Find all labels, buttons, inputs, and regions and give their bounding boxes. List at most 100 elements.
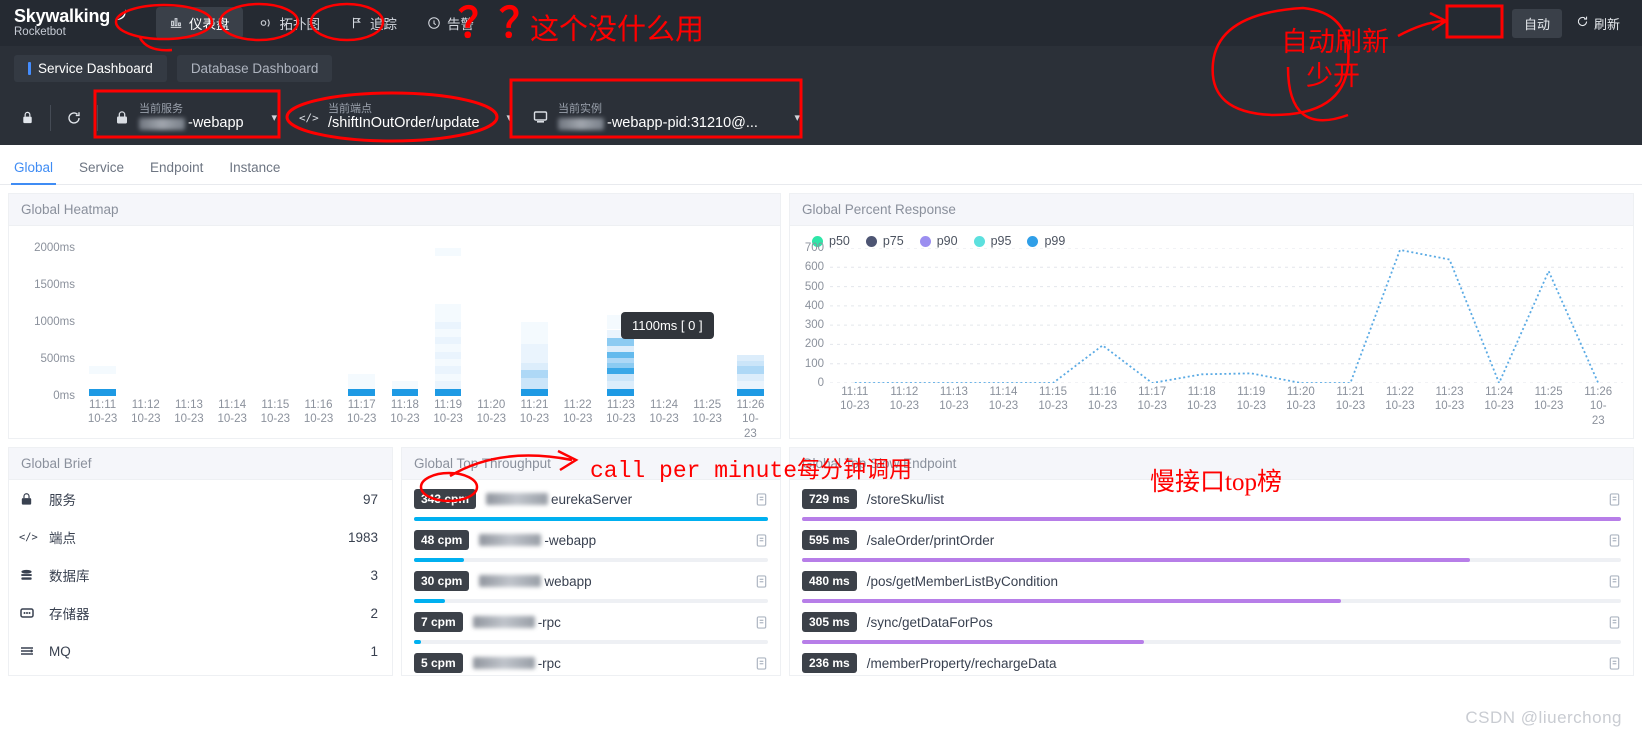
heatmap-cell[interactable] bbox=[434, 248, 462, 256]
list-item[interactable]: 48 cpm -webapp bbox=[402, 521, 780, 562]
copy-icon[interactable] bbox=[755, 533, 768, 548]
global-percent-response-title: Global Percent Response bbox=[790, 194, 1633, 226]
chevron-down-icon[interactable]: ▾ bbox=[489, 111, 513, 124]
list-item[interactable]: 595 ms/saleOrder/printOrder bbox=[790, 521, 1633, 562]
copy-icon[interactable] bbox=[755, 574, 768, 589]
list-item[interactable]: 30 cpm webapp bbox=[402, 562, 780, 603]
heatmap-cell[interactable] bbox=[521, 370, 548, 378]
heatmap-cell[interactable] bbox=[737, 388, 764, 396]
heatmap-cell[interactable] bbox=[607, 367, 635, 374]
subnav-item-global[interactable]: Global bbox=[10, 160, 57, 185]
legend-label-p75: p75 bbox=[882, 234, 904, 248]
heatmap-cell[interactable] bbox=[434, 373, 462, 382]
legend-label-p90: p90 bbox=[936, 234, 958, 248]
heatmap-cell[interactable] bbox=[607, 388, 635, 396]
list-item[interactable]: 729 ms/storeSku/list bbox=[790, 480, 1633, 521]
heatmap-cell[interactable] bbox=[607, 338, 635, 346]
code-icon: </> bbox=[299, 111, 319, 125]
heatmap-cell[interactable] bbox=[391, 381, 419, 389]
heatmap-cell[interactable] bbox=[434, 329, 462, 337]
heatmap-cell[interactable] bbox=[607, 351, 635, 358]
heatmap-cell[interactable] bbox=[434, 336, 462, 345]
heatmap-cell[interactable] bbox=[89, 366, 116, 374]
subnav-item-instance[interactable]: Instance bbox=[229, 160, 280, 184]
heatmap-cell[interactable] bbox=[434, 314, 462, 323]
heatmap-cell[interactable] bbox=[348, 373, 376, 389]
list-item[interactable]: 480 ms/pos/getMemberListByCondition bbox=[790, 562, 1633, 603]
list-item[interactable]: 305 ms/sync/getDataForPos bbox=[790, 603, 1633, 644]
legend-item-p95[interactable]: p95 bbox=[973, 234, 1011, 248]
subnav-item-endpoint[interactable]: Endpoint bbox=[150, 160, 203, 184]
heatmap-cell[interactable] bbox=[607, 357, 635, 363]
heatmap-cell[interactable] bbox=[521, 377, 548, 389]
heatmap-cell[interactable] bbox=[607, 381, 635, 389]
percent-y-tick: 300 bbox=[804, 319, 824, 332]
copy-icon[interactable] bbox=[1608, 615, 1621, 630]
heatmap-cell[interactable] bbox=[607, 373, 635, 382]
current-instance-selector[interactable]: 当前实例 -webapp-pid:31210@... ▾ bbox=[522, 98, 812, 137]
copy-icon[interactable] bbox=[755, 615, 768, 630]
lock-icon[interactable] bbox=[10, 103, 44, 133]
heatmap-cell[interactable] bbox=[434, 351, 462, 360]
copy-icon[interactable] bbox=[755, 656, 768, 671]
instance-icon bbox=[532, 110, 549, 125]
copy-icon[interactable] bbox=[755, 492, 768, 507]
copy-icon[interactable] bbox=[1608, 492, 1621, 507]
copy-icon[interactable] bbox=[1608, 574, 1621, 589]
heatmap-cell[interactable] bbox=[434, 303, 462, 315]
trace-icon bbox=[350, 16, 364, 30]
percent-x-tick: 11:17 10-23 bbox=[1137, 386, 1167, 413]
copy-icon[interactable] bbox=[1608, 656, 1621, 671]
heatmap-cell[interactable] bbox=[737, 354, 764, 361]
tab-database-dashboard[interactable]: Database Dashboard bbox=[176, 54, 333, 82]
chevron-down-icon[interactable]: ▾ bbox=[776, 111, 800, 124]
svg-text:</>: </> bbox=[19, 531, 38, 543]
current-endpoint-selector[interactable]: </> 当前端点 /shiftInOutOrder/update ▾ bbox=[289, 98, 512, 137]
reload-icon[interactable] bbox=[57, 103, 91, 133]
heatmap-cell[interactable] bbox=[434, 388, 462, 396]
auto-refresh-button[interactable]: 自动 bbox=[1511, 8, 1562, 38]
heatmap-cell[interactable] bbox=[737, 366, 764, 374]
heatmap-cell[interactable] bbox=[434, 366, 462, 374]
legend-item-p75[interactable]: p75 bbox=[865, 234, 904, 248]
heatmap-cell[interactable] bbox=[607, 362, 635, 368]
list-item[interactable]: 7 cpm -rpc bbox=[402, 603, 780, 644]
heatmap-cell[interactable] bbox=[607, 345, 635, 352]
heatmap-cell[interactable] bbox=[348, 388, 376, 396]
heatmap-x-tick: 11:13 10-23 bbox=[174, 399, 204, 426]
heatmap-cell[interactable] bbox=[434, 359, 462, 367]
toolbar-divider bbox=[50, 104, 51, 131]
heatmap-cell[interactable] bbox=[521, 344, 548, 356]
refresh-button[interactable]: 刷新 bbox=[1572, 9, 1624, 38]
heatmap-cell[interactable] bbox=[521, 322, 548, 334]
list-item[interactable]: 236 ms/memberProperty/rechargeData bbox=[790, 644, 1633, 675]
charts-row: Global Heatmap 0ms 500ms 1000ms 1500ms 2000m… bbox=[8, 193, 1634, 440]
heatmap-cell[interactable] bbox=[737, 373, 764, 382]
heatmap-cell[interactable] bbox=[737, 360, 764, 367]
current-service-selector[interactable]: 当前服务 -webapp ▾ bbox=[104, 98, 289, 137]
nav-item-topology[interactable]: 拓扑图 bbox=[247, 7, 334, 39]
list-item[interactable]: 343 cpm eurekaServer bbox=[402, 480, 780, 521]
list-item[interactable]: 5 cpm -rpc bbox=[402, 644, 780, 675]
heatmap-y-tick: 1000ms bbox=[34, 316, 75, 329]
chevron-down-icon[interactable]: ▾ bbox=[253, 111, 277, 124]
nav-item-trace[interactable]: 追踪 bbox=[337, 7, 410, 39]
nav-item-alarm[interactable]: 告警 bbox=[414, 7, 487, 39]
heatmap-cell[interactable] bbox=[434, 322, 462, 330]
heatmap-cell[interactable] bbox=[89, 388, 116, 396]
heatmap-cell[interactable] bbox=[521, 388, 548, 396]
copy-icon[interactable] bbox=[1608, 533, 1621, 548]
subnav-item-service[interactable]: Service bbox=[79, 160, 124, 184]
legend-item-p99[interactable]: p99 bbox=[1027, 234, 1065, 248]
heatmap-cell[interactable] bbox=[521, 362, 548, 371]
tab-service-dashboard[interactable]: Service Dashboard bbox=[14, 54, 167, 82]
heatmap-cell[interactable] bbox=[521, 333, 548, 345]
heatmap-cell[interactable] bbox=[521, 355, 548, 363]
legend-item-p90[interactable]: p90 bbox=[919, 234, 958, 248]
heatmap-cell[interactable] bbox=[434, 381, 462, 389]
refresh-icon bbox=[1576, 15, 1589, 31]
heatmap-cell[interactable] bbox=[391, 388, 419, 396]
nav-item-dashboard[interactable]: 仪表盘 bbox=[156, 7, 243, 39]
heatmap-cell[interactable] bbox=[434, 344, 462, 352]
heatmap-cell[interactable] bbox=[737, 381, 764, 389]
